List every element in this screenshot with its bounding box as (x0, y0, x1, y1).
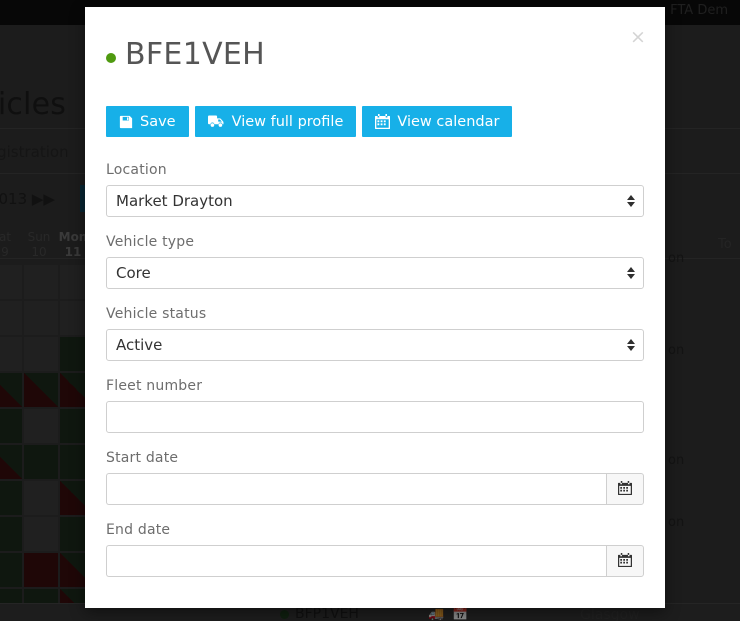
calendar-icon (375, 114, 391, 129)
save-button-label: Save (140, 113, 176, 130)
location-label: Location (106, 162, 167, 178)
fleet-number-label: Fleet number (106, 378, 203, 394)
field-end-date: End date (106, 522, 644, 577)
view-full-profile-label: View full profile (231, 113, 344, 130)
screen: FTA Dem vehicles ter registration r 2013… (0, 0, 740, 621)
vehicle-type-label: Vehicle type (106, 234, 195, 250)
start-date-calendar-button[interactable] (606, 473, 644, 505)
location-select[interactable]: Market Drayton (106, 185, 644, 217)
start-date-control (106, 473, 644, 505)
modal-action-buttons: Save View full profile View calendar (106, 106, 513, 137)
field-vehicle-type: Vehicle type Core (106, 234, 644, 289)
view-calendar-label: View calendar (397, 113, 500, 130)
vehicle-type-control: Core (106, 257, 644, 289)
start-date-label: Start date (106, 450, 179, 466)
location-control: Market Drayton (106, 185, 644, 217)
truck-icon (207, 115, 225, 128)
end-date-control (106, 545, 644, 577)
field-location: Location Market Drayton (106, 162, 644, 217)
vehicle-edit-modal: × BFE1VEH Save View full profile View ca… (85, 7, 665, 608)
status-dot-icon (106, 53, 116, 63)
vehicle-status-label: Vehicle status (106, 306, 207, 322)
fleet-number-control (106, 401, 644, 433)
calendar-icon (618, 480, 632, 498)
vehicle-form: Location Market Drayton Vehicle type Cor… (106, 162, 644, 577)
end-date-label: End date (106, 522, 171, 538)
view-full-profile-button[interactable]: View full profile (194, 106, 357, 137)
field-vehicle-status: Vehicle status Active (106, 306, 644, 361)
end-date-input[interactable] (106, 545, 606, 577)
fleet-number-input[interactable] (106, 401, 644, 433)
field-start-date: Start date (106, 450, 644, 505)
vehicle-registration-title: BFE1VEH (125, 37, 266, 72)
vehicle-status-control: Active (106, 329, 644, 361)
start-date-input[interactable] (106, 473, 606, 505)
field-fleet-number: Fleet number (106, 378, 644, 433)
end-date-calendar-button[interactable] (606, 545, 644, 577)
calendar-icon (618, 552, 632, 570)
floppy-disk-icon (119, 115, 133, 129)
vehicle-status-select[interactable]: Active (106, 329, 644, 361)
close-icon[interactable]: × (627, 26, 649, 48)
save-button[interactable]: Save (106, 106, 189, 137)
modal-title: BFE1VEH (106, 40, 265, 70)
view-calendar-button[interactable]: View calendar (362, 106, 513, 137)
vehicle-type-select[interactable]: Core (106, 257, 644, 289)
